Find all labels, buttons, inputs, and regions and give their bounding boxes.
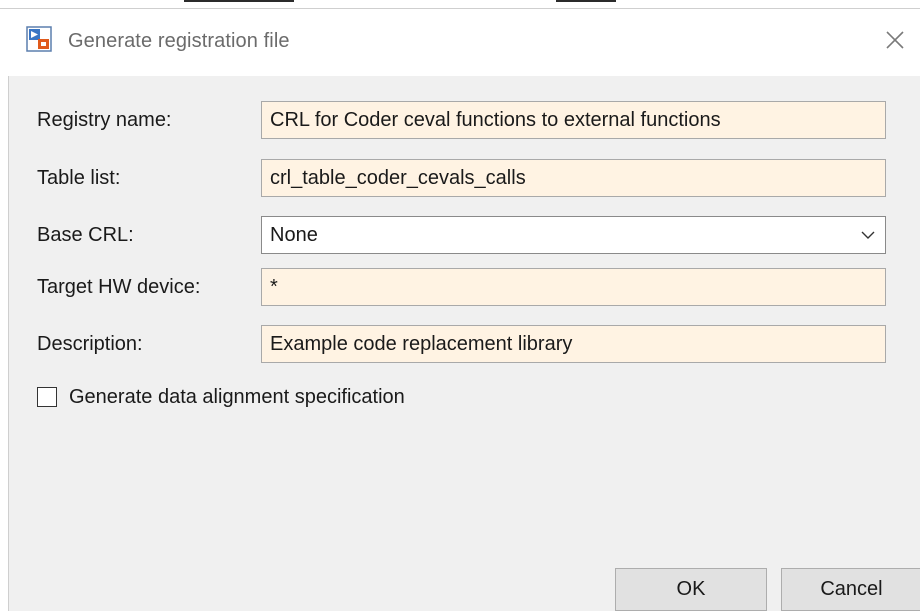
dialog-body: Registry name: CRL for Coder ceval funct… [8, 76, 920, 611]
description-label: Description: [37, 333, 143, 355]
base-crl-select[interactable]: None [261, 216, 886, 254]
background-line [184, 0, 294, 2]
generate-registration-dialog: Generate registration file Registry name… [0, 0, 920, 611]
table-list-input[interactable]: crl_table_coder_cevals_calls [261, 159, 886, 197]
table-list-row: Table list: crl_table_coder_cevals_calls [9, 158, 920, 198]
close-icon [886, 31, 904, 49]
base-crl-label: Base CRL: [37, 224, 134, 246]
description-input[interactable]: Example code replacement library [261, 325, 886, 363]
background-line [556, 0, 616, 2]
registry-name-input[interactable]: CRL for Coder ceval functions to externa… [261, 101, 886, 139]
base-crl-selected-value: None [270, 224, 318, 246]
table-list-label: Table list: [37, 167, 121, 189]
target-hw-device-input[interactable]: * [261, 268, 886, 306]
simulink-app-icon [26, 26, 52, 52]
window-title: Generate registration file [68, 30, 290, 52]
ok-button[interactable]: OK [615, 568, 767, 611]
background-content-strip [0, 0, 920, 4]
close-button[interactable] [878, 23, 912, 57]
data-alignment-checkbox[interactable] [37, 387, 57, 407]
cancel-button[interactable]: Cancel [781, 568, 920, 611]
base-crl-row: Base CRL: None [9, 215, 920, 255]
chevron-down-icon [861, 231, 875, 239]
registry-name-label: Registry name: [37, 109, 172, 131]
target-hw-device-label: Target HW device: [37, 276, 201, 298]
target-hw-device-row: Target HW device: * [9, 267, 920, 307]
title-bar: Generate registration file [0, 8, 920, 77]
description-row: Description: Example code replacement li… [9, 324, 920, 364]
data-alignment-option: Generate data alignment specification [37, 382, 405, 412]
data-alignment-label[interactable]: Generate data alignment specification [69, 386, 405, 409]
registry-name-row: Registry name: CRL for Coder ceval funct… [9, 100, 920, 140]
